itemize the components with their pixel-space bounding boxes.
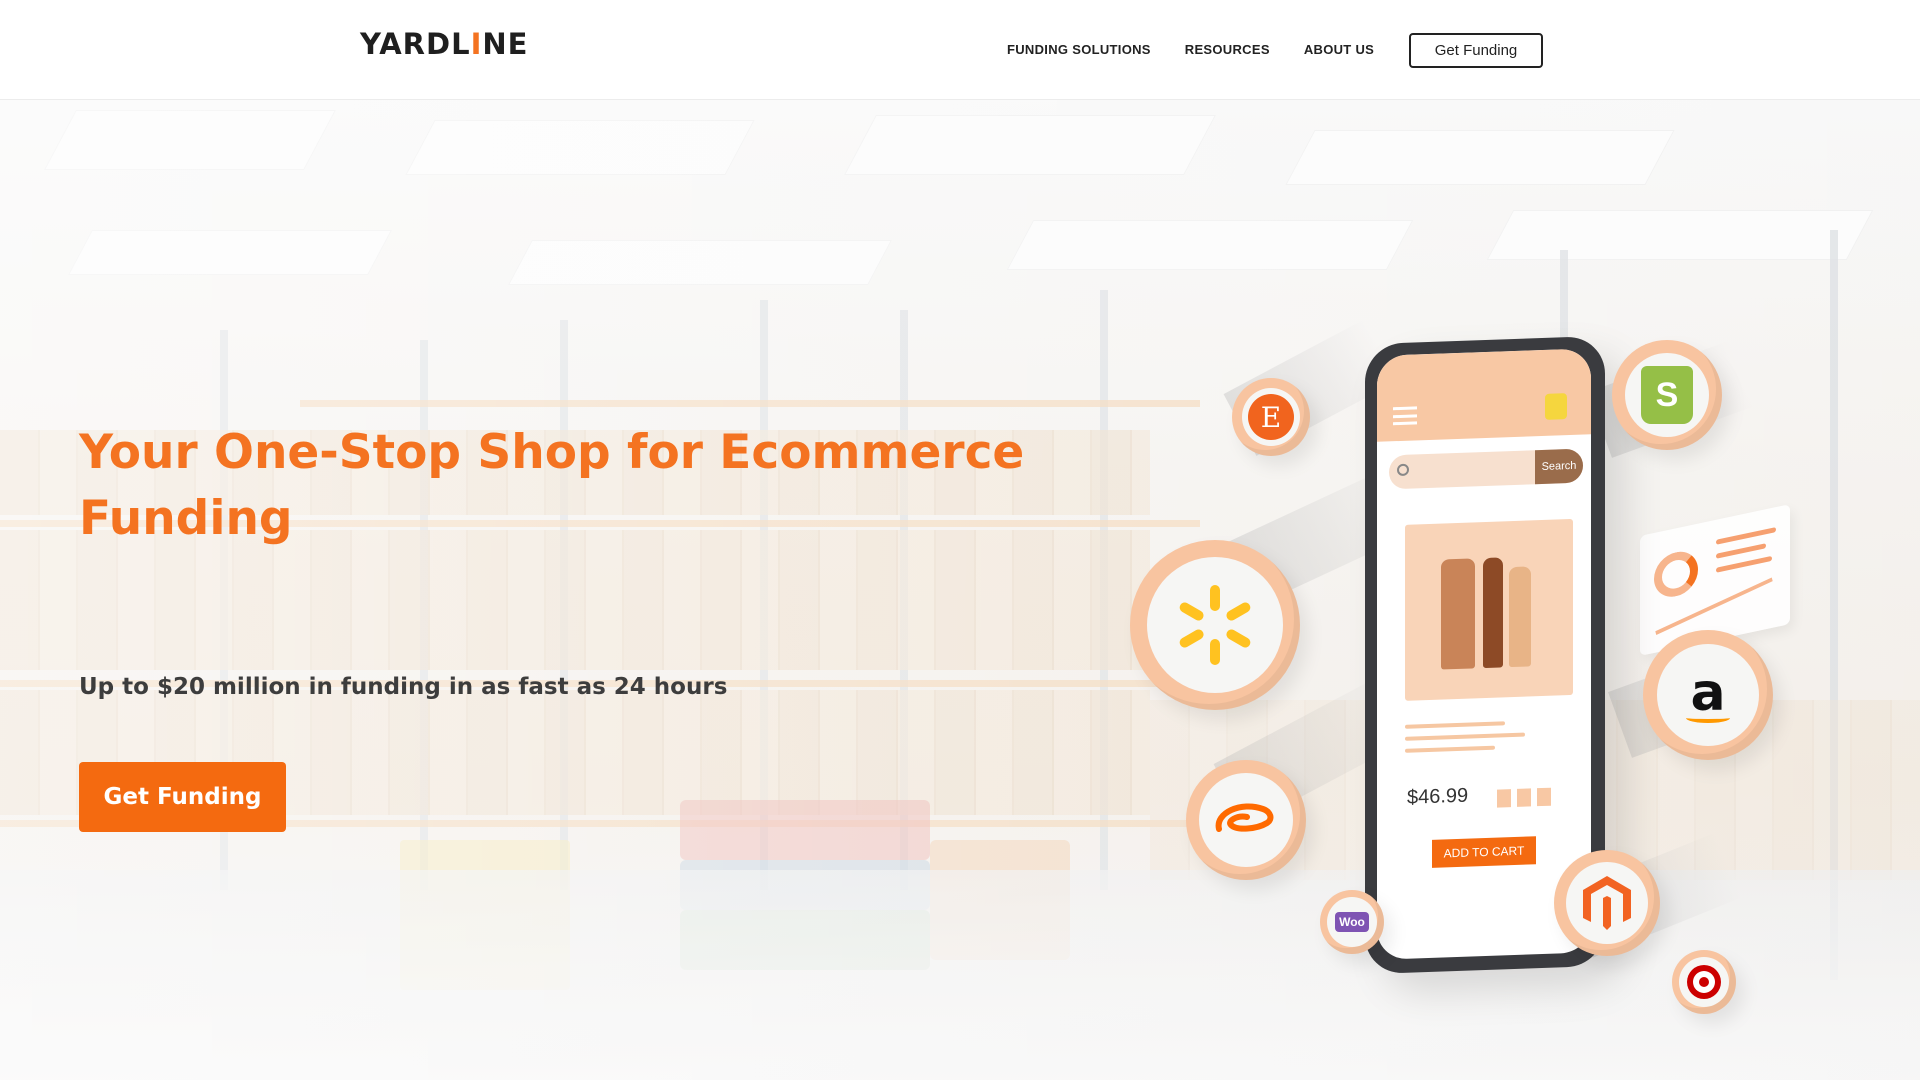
nav-resources[interactable]: RESOURCES	[1185, 42, 1270, 57]
target-badge	[1672, 950, 1736, 1014]
product-image	[1405, 518, 1573, 701]
hero-title: Your One-Stop Shop for Ecommerce Funding	[79, 425, 1025, 546]
woocommerce-icon: Woo	[1335, 912, 1369, 932]
target-icon	[1687, 965, 1721, 999]
phone-screen: Search $46.99 ADD TO CART	[1377, 348, 1591, 960]
logo-text-end: NE	[482, 27, 529, 61]
amazon-icon: a	[1690, 663, 1726, 723]
header-get-funding-button[interactable]: Get Funding	[1409, 33, 1543, 68]
phone-search-bar: Search	[1389, 448, 1583, 490]
search-icon	[1397, 463, 1409, 477]
shopify-badge: S	[1612, 340, 1722, 450]
etsy-badge: E	[1232, 378, 1310, 456]
nav-funding-solutions[interactable]: FUNDING SOLUTIONS	[1007, 42, 1151, 57]
alibaba-icon	[1215, 803, 1274, 832]
hero-section: Your One-Stop Shop for Ecommerce Funding…	[0, 100, 1920, 1080]
walmart-badge	[1130, 540, 1300, 710]
nav-about-us[interactable]: ABOUT US	[1304, 42, 1374, 57]
shopify-icon: S	[1641, 366, 1693, 424]
hero-get-funding-button[interactable]: Get Funding	[79, 762, 286, 832]
walmart-icon	[1179, 585, 1251, 665]
hamburger-menu-icon	[1393, 406, 1417, 426]
amazon-badge: a	[1643, 630, 1773, 760]
woocommerce-badge: Woo	[1320, 890, 1384, 954]
etsy-icon: E	[1248, 394, 1294, 440]
main-nav: FUNDING SOLUTIONS RESOURCES ABOUT US	[1007, 42, 1408, 57]
phone-search-button: Search	[1535, 448, 1583, 485]
shopping-bag-icon	[1545, 393, 1567, 420]
magento-icon	[1583, 876, 1631, 930]
add-to-cart-button: ADD TO CART	[1432, 836, 1536, 868]
logo-text-accent: I	[470, 27, 483, 61]
alibaba-badge	[1186, 760, 1306, 880]
site-header: YARDLINE FUNDING SOLUTIONS RESOURCES ABO…	[0, 0, 1920, 100]
magento-badge	[1554, 850, 1660, 956]
ecommerce-marketplaces-illustration: Search $46.99 ADD TO CART E S a Woo	[1120, 318, 1820, 1030]
hero-subtitle: Up to $20 million in funding in as fast …	[79, 674, 728, 700]
product-price: $46.99	[1407, 784, 1469, 809]
logo-text-start: YARDL	[360, 27, 471, 61]
yardline-logo[interactable]: YARDLINE	[360, 27, 528, 61]
